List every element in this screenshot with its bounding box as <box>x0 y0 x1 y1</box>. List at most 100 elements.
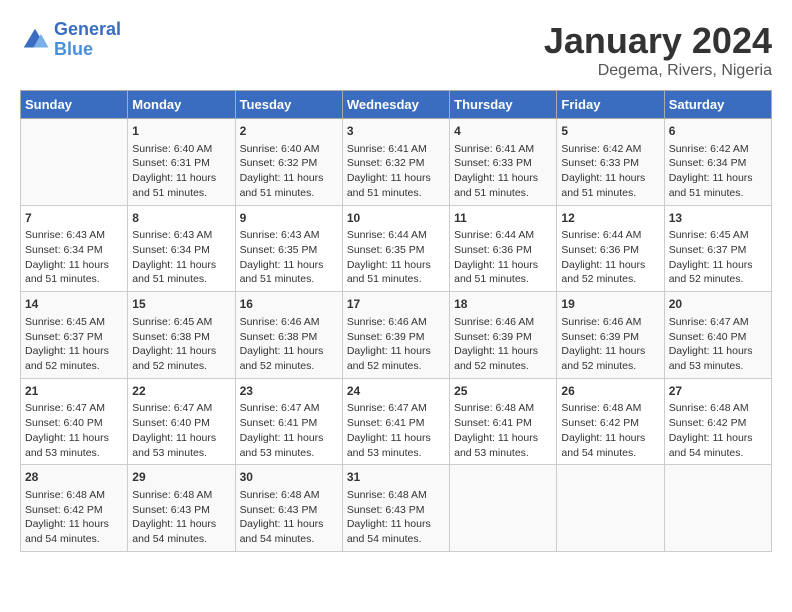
day-number: 22 <box>132 383 230 400</box>
weekday-header: Saturday <box>664 91 771 119</box>
day-number: 24 <box>347 383 445 400</box>
day-number: 4 <box>454 123 552 140</box>
calendar-cell <box>450 465 557 552</box>
calendar-cell: 31 Sunrise: 6:48 AMSunset: 6:43 PMDayligh… <box>342 465 449 552</box>
day-number: 12 <box>561 210 659 227</box>
calendar-cell: 24Sunrise: 6:47 AMSunset: 6:41 PMDayligh… <box>342 378 449 465</box>
day-info: Sunrise: 6:47 AMSunset: 6:41 PMDaylight:… <box>347 401 445 460</box>
day-number: 1 <box>132 123 230 140</box>
day-info: Sunrise: 6:48 AMSunset: 6:41 PMDaylight:… <box>454 401 552 460</box>
day-info: Sunrise: 6:43 AMSunset: 6:34 PMDaylight:… <box>132 228 230 287</box>
day-number: 31 <box>347 469 445 486</box>
weekday-header: Wednesday <box>342 91 449 119</box>
day-info: Sunrise: 6:46 AMSunset: 6:39 PMDaylight:… <box>561 315 659 374</box>
day-info: Sunrise: 6:48 AMSunset: 6:43 PMDaylight:… <box>240 488 338 547</box>
page-subtitle: Degema, Rivers, Nigeria <box>544 62 772 80</box>
calendar-cell: 3 Sunrise: 6:41 AMSunset: 6:32 PMDaylight… <box>342 119 449 206</box>
page-header: General Blue January 2024 Degema, Rivers… <box>20 20 772 80</box>
day-number: 11 <box>454 210 552 227</box>
day-info: Sunrise: 6:47 AMSunset: 6:40 PMDaylight:… <box>669 315 767 374</box>
calendar-cell <box>557 465 664 552</box>
calendar-table: SundayMondayTuesdayWednesdayThursdayFrid… <box>20 90 772 552</box>
weekday-header: Friday <box>557 91 664 119</box>
calendar-cell: 8Sunrise: 6:43 AMSunset: 6:34 PMDaylight… <box>128 205 235 292</box>
day-info: Sunrise: 6:43 AMSunset: 6:35 PMDaylight:… <box>240 228 338 287</box>
logo: General Blue <box>20 20 121 60</box>
calendar-cell: 5Sunrise: 6:42 AMSunset: 6:33 PMDaylight… <box>557 119 664 206</box>
calendar-cell: 15Sunrise: 6:45 AMSunset: 6:38 PMDayligh… <box>128 292 235 379</box>
day-info: Sunrise: 6:46 AMSunset: 6:38 PMDaylight:… <box>240 315 338 374</box>
day-number: 3 <box>347 123 445 140</box>
day-number: 14 <box>25 296 123 313</box>
day-number: 16 <box>240 296 338 313</box>
day-number: 2 <box>240 123 338 140</box>
logo-icon <box>20 25 50 55</box>
day-number: 26 <box>561 383 659 400</box>
day-info: Sunrise: 6:42 AMSunset: 6:34 PMDaylight:… <box>669 142 767 201</box>
day-number: 18 <box>454 296 552 313</box>
calendar-cell: 11Sunrise: 6:44 AMSunset: 6:36 PMDayligh… <box>450 205 557 292</box>
day-number: 29 <box>132 469 230 486</box>
day-info: Sunrise: 6:48 AMSunset: 6:42 PMDaylight:… <box>25 488 123 547</box>
day-number: 21 <box>25 383 123 400</box>
day-number: 8 <box>132 210 230 227</box>
day-number: 20 <box>669 296 767 313</box>
calendar-cell: 1Sunrise: 6:40 AMSunset: 6:31 PMDaylight… <box>128 119 235 206</box>
calendar-cell: 27Sunrise: 6:48 AMSunset: 6:42 PMDayligh… <box>664 378 771 465</box>
day-number: 23 <box>240 383 338 400</box>
page-title: January 2024 <box>544 20 772 62</box>
calendar-cell: 13Sunrise: 6:45 AMSunset: 6:37 PMDayligh… <box>664 205 771 292</box>
weekday-header: Monday <box>128 91 235 119</box>
logo-text: General Blue <box>54 20 121 60</box>
day-info: Sunrise: 6:44 AMSunset: 6:35 PMDaylight:… <box>347 228 445 287</box>
day-info: Sunrise: 6:44 AMSunset: 6:36 PMDaylight:… <box>454 228 552 287</box>
day-number: 10 <box>347 210 445 227</box>
day-info: Sunrise: 6:48 AMSunset: 6:42 PMDaylight:… <box>561 401 659 460</box>
calendar-cell: 16 Sunrise: 6:46 AMSunset: 6:38 PMDayligh… <box>235 292 342 379</box>
day-info: Sunrise: 6:47 AMSunset: 6:41 PMDaylight:… <box>240 401 338 460</box>
calendar-cell: 9Sunrise: 6:43 AMSunset: 6:35 PMDaylight… <box>235 205 342 292</box>
day-number: 7 <box>25 210 123 227</box>
weekday-header: Tuesday <box>235 91 342 119</box>
calendar-cell: 12Sunrise: 6:44 AMSunset: 6:36 PMDayligh… <box>557 205 664 292</box>
calendar-cell: 30 Sunrise: 6:48 AMSunset: 6:43 PMDayligh… <box>235 465 342 552</box>
calendar-cell: 7Sunrise: 6:43 AMSunset: 6:34 PMDaylight… <box>21 205 128 292</box>
calendar-cell: 6Sunrise: 6:42 AMSunset: 6:34 PMDaylight… <box>664 119 771 206</box>
day-info: Sunrise: 6:47 AMSunset: 6:40 PMDaylight:… <box>25 401 123 460</box>
day-info: Sunrise: 6:41 AMSunset: 6:32 PMDaylight:… <box>347 142 445 201</box>
day-info: Sunrise: 6:45 AMSunset: 6:38 PMDaylight:… <box>132 315 230 374</box>
calendar-header: SundayMondayTuesdayWednesdayThursdayFrid… <box>21 91 772 119</box>
calendar-cell: 21Sunrise: 6:47 AMSunset: 6:40 PMDayligh… <box>21 378 128 465</box>
day-info: Sunrise: 6:46 AMSunset: 6:39 PMDaylight:… <box>454 315 552 374</box>
calendar-week-row: 21Sunrise: 6:47 AMSunset: 6:40 PMDayligh… <box>21 378 772 465</box>
calendar-cell: 29 Sunrise: 6:48 AMSunset: 6:43 PMDayligh… <box>128 465 235 552</box>
day-info: Sunrise: 6:40 AMSunset: 6:32 PMDaylight:… <box>240 142 338 201</box>
day-info: Sunrise: 6:46 AMSunset: 6:39 PMDaylight:… <box>347 315 445 374</box>
day-info: Sunrise: 6:47 AMSunset: 6:40 PMDaylight:… <box>132 401 230 460</box>
day-info: Sunrise: 6:48 AMSunset: 6:43 PMDaylight:… <box>132 488 230 547</box>
calendar-week-row: 28 Sunrise: 6:48 AMSunset: 6:42 PMDayligh… <box>21 465 772 552</box>
calendar-cell: 17 Sunrise: 6:46 AMSunset: 6:39 PMDayligh… <box>342 292 449 379</box>
day-number: 30 <box>240 469 338 486</box>
calendar-body: 1Sunrise: 6:40 AMSunset: 6:31 PMDaylight… <box>21 119 772 552</box>
day-number: 13 <box>669 210 767 227</box>
title-block: January 2024 Degema, Rivers, Nigeria <box>544 20 772 80</box>
weekday-header: Thursday <box>450 91 557 119</box>
day-number: 5 <box>561 123 659 140</box>
calendar-week-row: 14Sunrise: 6:45 AMSunset: 6:37 PMDayligh… <box>21 292 772 379</box>
calendar-cell: 25Sunrise: 6:48 AMSunset: 6:41 PMDayligh… <box>450 378 557 465</box>
calendar-cell: 14Sunrise: 6:45 AMSunset: 6:37 PMDayligh… <box>21 292 128 379</box>
day-number: 17 <box>347 296 445 313</box>
day-info: Sunrise: 6:45 AMSunset: 6:37 PMDaylight:… <box>669 228 767 287</box>
day-number: 28 <box>25 469 123 486</box>
calendar-cell: 20 Sunrise: 6:47 AMSunset: 6:40 PMDayligh… <box>664 292 771 379</box>
calendar-cell: 4Sunrise: 6:41 AMSunset: 6:33 PMDaylight… <box>450 119 557 206</box>
day-number: 9 <box>240 210 338 227</box>
day-info: Sunrise: 6:48 AMSunset: 6:43 PMDaylight:… <box>347 488 445 547</box>
weekday-header: Sunday <box>21 91 128 119</box>
day-number: 27 <box>669 383 767 400</box>
calendar-week-row: 1Sunrise: 6:40 AMSunset: 6:31 PMDaylight… <box>21 119 772 206</box>
calendar-cell: 26Sunrise: 6:48 AMSunset: 6:42 PMDayligh… <box>557 378 664 465</box>
calendar-cell: 10Sunrise: 6:44 AMSunset: 6:35 PMDayligh… <box>342 205 449 292</box>
calendar-cell: 23Sunrise: 6:47 AMSunset: 6:41 PMDayligh… <box>235 378 342 465</box>
